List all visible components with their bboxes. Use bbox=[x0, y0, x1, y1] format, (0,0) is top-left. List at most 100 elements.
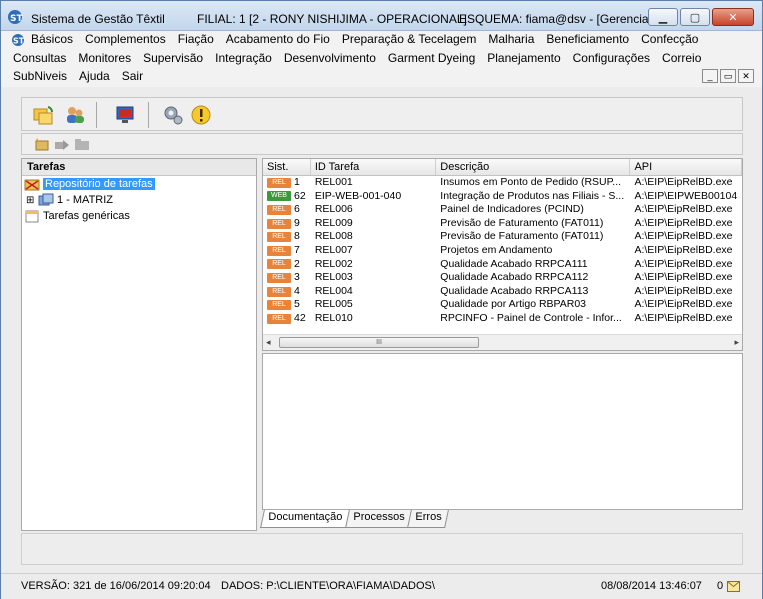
cell-num: 2 bbox=[294, 257, 300, 270]
menu-garment-dyeing[interactable]: Garment Dyeing bbox=[388, 51, 475, 65]
new-task-icon[interactable] bbox=[34, 137, 50, 152]
cell-sist: REL 3 bbox=[263, 271, 311, 285]
secondary-toolbar bbox=[21, 133, 743, 155]
menu-beneficiamento[interactable]: Beneficiamento bbox=[546, 32, 629, 47]
refresh-folders-icon[interactable] bbox=[32, 104, 54, 126]
table-row[interactable]: WEB 62 EIP-WEB-001-040 Integração de Produt… bbox=[263, 190, 742, 204]
mdi-minimize-button[interactable]: _ bbox=[702, 69, 718, 83]
bottom-tabs: Documentação Processos Erros bbox=[260, 510, 450, 528]
menu-consultas[interactable]: Consultas bbox=[13, 51, 66, 65]
menu-preparacao-tecelagem[interactable]: Preparação & Tecelagem bbox=[342, 32, 477, 47]
system-badge: REL bbox=[267, 204, 291, 215]
table-row[interactable]: REL 42 REL010 RPCINFO - Painel de Controle … bbox=[263, 312, 742, 326]
tab-processos[interactable]: Processos bbox=[345, 510, 413, 528]
cell-num: 42 bbox=[294, 311, 306, 324]
tree-item-label: Tarefas genéricas bbox=[43, 210, 130, 222]
cell-id-tarefa: REL005 bbox=[314, 298, 353, 311]
column-header-api[interactable]: API bbox=[630, 159, 742, 175]
menu-supervisao[interactable]: Supervisão bbox=[143, 51, 203, 65]
menu-basicos[interactable]: Básicos bbox=[31, 32, 73, 47]
table-row[interactable]: REL 9 REL009 Previsão de Faturamento (FAT01… bbox=[263, 217, 742, 231]
cell-descricao: Qualidade Acabado RRPCA111 bbox=[440, 257, 588, 270]
table-row[interactable]: REL 1 REL001 Insumos em Ponto de Pedido (RS… bbox=[263, 176, 742, 190]
status-mail-count: 0 bbox=[717, 580, 724, 592]
cell-sist: REL 7 bbox=[263, 244, 311, 258]
title-bar[interactable]: ST Sistema de Gestão Têxtil FILIAL: 1 [2… bbox=[1, 1, 762, 31]
column-header-sist[interactable]: Sist. bbox=[263, 159, 311, 175]
tab-documentacao[interactable]: Documentação bbox=[260, 510, 350, 528]
column-header-descricao[interactable]: Descrição bbox=[436, 159, 631, 175]
scrollbar-thumb[interactable]: III bbox=[279, 337, 479, 348]
cell-sist: REL 42 bbox=[263, 312, 311, 326]
scroll-right-icon[interactable]: ▸ bbox=[734, 337, 739, 348]
status-datetime: 08/08/2014 13:46:07 bbox=[601, 580, 702, 592]
mdi-restore-button[interactable]: ▭ bbox=[720, 69, 736, 83]
mdi-app-icon[interactable]: ST bbox=[11, 33, 27, 47]
menu-monitores[interactable]: Monitores bbox=[78, 51, 131, 65]
system-badge: REL bbox=[267, 259, 291, 270]
tree-item-matriz[interactable]: ⊞ 1 - MATRIZ bbox=[22, 192, 256, 208]
menu-confeccao[interactable]: Confecção bbox=[641, 32, 698, 47]
cell-id-tarefa: REL007 bbox=[314, 243, 353, 256]
cell-descricao: RPCINFO - Painel de Controle - Infor... bbox=[440, 311, 622, 324]
menu-malharia[interactable]: Malharia bbox=[488, 32, 534, 47]
menu-correio[interactable]: Correio bbox=[662, 51, 701, 65]
menu-subniveis[interactable]: SubNiveis bbox=[13, 69, 67, 83]
cell-descricao: Previsão de Faturamento (FAT011) bbox=[440, 230, 604, 243]
cell-id-tarefa: REL004 bbox=[314, 284, 353, 297]
main-toolbar bbox=[21, 97, 743, 131]
menu-integracao[interactable]: Integração bbox=[215, 51, 272, 65]
monitor-icon[interactable] bbox=[114, 104, 136, 126]
menu-desenvolvimento[interactable]: Desenvolvimento bbox=[284, 51, 376, 65]
tab-erros[interactable]: Erros bbox=[407, 510, 450, 528]
mail-icon[interactable] bbox=[727, 581, 740, 592]
table-row[interactable]: REL 8 REL008 Previsão de Faturamento (FAT01… bbox=[263, 230, 742, 244]
system-badge: REL bbox=[267, 177, 291, 188]
documentation-pane[interactable] bbox=[262, 353, 743, 510]
cell-id-tarefa: REL002 bbox=[314, 257, 353, 270]
move-task-icon[interactable] bbox=[54, 137, 70, 152]
cell-sist: WEB 62 bbox=[263, 190, 311, 204]
minimize-button[interactable]: ▁ bbox=[648, 8, 678, 26]
menu-bar: ST Básicos Complementos Fiação Acabament… bbox=[1, 31, 762, 87]
tree-item-label: Repositório de tarefas bbox=[43, 178, 155, 190]
cell-id-tarefa: REL006 bbox=[314, 203, 353, 216]
menu-sair[interactable]: Sair bbox=[122, 69, 143, 83]
table-row[interactable]: REL 3 REL003 Qualidade Acabado RRPCA112 A:\E… bbox=[263, 271, 742, 285]
system-badge: REL bbox=[267, 245, 291, 256]
tree-header: Tarefas bbox=[22, 159, 256, 176]
cell-num: 7 bbox=[294, 243, 300, 256]
cell-id-tarefa: EIP-WEB-001-040 bbox=[314, 189, 402, 202]
cell-api: A:\EIP\EipRelBD.exe bbox=[634, 176, 733, 188]
cell-sist: REL 9 bbox=[263, 217, 311, 231]
menu-fiacao[interactable]: Fiação bbox=[178, 32, 214, 47]
menu-acabamento-do-fio[interactable]: Acabamento do Fio bbox=[226, 32, 330, 47]
generic-tasks-icon bbox=[25, 210, 39, 223]
scroll-left-icon[interactable]: ◂ bbox=[266, 337, 271, 348]
table-row[interactable]: REL 2 REL002 Qualidade Acabado RRPCA111 A:\E… bbox=[263, 258, 742, 272]
table-row[interactable]: REL 4 REL004 Qualidade Acabado RRPCA113 A:\E… bbox=[263, 285, 742, 299]
menu-configuracoes[interactable]: Configurações bbox=[573, 51, 650, 65]
column-header-id-tarefa[interactable]: ID Tarefa bbox=[311, 159, 437, 175]
folder-icon[interactable] bbox=[74, 137, 90, 152]
table-row[interactable]: REL 7 REL007 Projetos em Andamento A:\EIP\Ei… bbox=[263, 244, 742, 258]
system-badge: REL bbox=[267, 286, 291, 297]
expand-icon[interactable]: ⊞ bbox=[26, 195, 38, 206]
cell-api: A:\EIP\EipRelBD.exe bbox=[634, 203, 733, 216]
menu-ajuda[interactable]: Ajuda bbox=[79, 69, 110, 83]
tree-item-tarefas-genericas[interactable]: Tarefas genéricas bbox=[22, 208, 256, 224]
maximize-button[interactable]: ▢ bbox=[680, 8, 710, 26]
table-row[interactable]: REL 6 REL006 Painel de Indicadores (PCIND) A… bbox=[263, 203, 742, 217]
mdi-close-button[interactable]: ✕ bbox=[738, 69, 754, 83]
warning-icon[interactable] bbox=[190, 104, 212, 126]
menu-planejamento[interactable]: Planejamento bbox=[487, 51, 560, 65]
horizontal-scrollbar[interactable]: ◂ III ▸ bbox=[263, 334, 742, 350]
tree-item-repositorio[interactable]: Repositório de tarefas bbox=[22, 176, 256, 192]
cell-descricao: Insumos em Ponto de Pedido (RSUP... bbox=[440, 176, 622, 188]
close-button[interactable]: ✕ bbox=[712, 8, 754, 26]
menu-complementos[interactable]: Complementos bbox=[85, 32, 166, 47]
gear-icon[interactable] bbox=[162, 104, 184, 126]
users-icon[interactable] bbox=[64, 104, 86, 126]
table-row[interactable]: REL 5 REL005 Qualidade por Artigo RBPAR03 A:… bbox=[263, 298, 742, 312]
system-badge: REL bbox=[267, 300, 291, 311]
